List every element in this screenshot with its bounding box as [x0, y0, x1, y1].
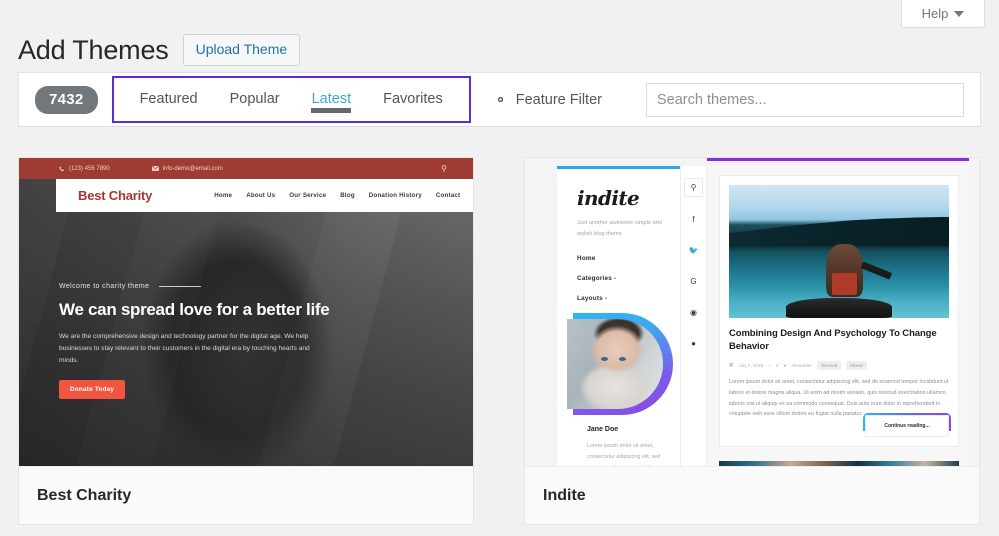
indite-logo: indite	[577, 186, 680, 210]
indite-post-photo	[729, 185, 949, 318]
tab-latest[interactable]: Latest	[296, 92, 368, 107]
filter-tabs-group: Featured Popular Latest Favorites	[112, 76, 471, 123]
charity-eyebrow-text: Welcome to charity theme	[59, 283, 149, 290]
indite-menu-item-home: Home	[577, 255, 680, 262]
charity-hero-heading: We can spread love for a better life	[59, 299, 359, 321]
charity-hero-paragraph: We are the comprehensive design and tech…	[59, 331, 314, 368]
charity-email: info-demo@email.com	[152, 166, 223, 172]
indite-continue-reading-wrap: Continue reading...	[865, 415, 949, 437]
indite-post-comments: 4	[776, 363, 779, 368]
indite-menu-item-categories: Categories -	[577, 275, 680, 282]
github-icon: ●	[685, 334, 703, 352]
feature-filter-label: Feature Filter	[516, 92, 602, 108]
charity-logo: Best Charity	[78, 188, 152, 203]
indite-tagline: Just another awesome simple and stylish …	[577, 218, 665, 239]
avatar-eye-left	[601, 357, 608, 361]
photo-backpack	[832, 273, 856, 296]
facebook-icon: f	[685, 210, 703, 228]
tab-favorites[interactable]: Favorites	[367, 92, 459, 107]
tab-latest-label: Latest	[312, 91, 352, 107]
theme-filter-bar: 7432 Featured Popular Latest Favorites F…	[18, 72, 981, 127]
theme-name-best-charity: Best Charity	[37, 487, 131, 505]
indite-continue-reading-button: Continue reading...	[865, 415, 949, 437]
twitter-icon: 🐦	[685, 241, 703, 259]
gear-icon	[493, 92, 508, 107]
google-icon: G	[685, 272, 703, 290]
upload-theme-button[interactable]: Upload Theme	[183, 34, 301, 66]
search-themes-input[interactable]: Search themes...	[646, 83, 964, 117]
help-button[interactable]: Help	[901, 0, 985, 28]
feature-filter-button[interactable]: Feature Filter	[493, 92, 602, 108]
indite-author-bio: Lorem ipsum dolor sit amet, consectetur …	[587, 441, 661, 466]
charity-search-icon: ⚲	[441, 164, 447, 173]
charity-menu-item: Contact	[436, 192, 460, 199]
indite-post-card: Combining Design And Psychology To Chang…	[719, 175, 959, 447]
indite-post-tag: General	[817, 361, 841, 370]
indite-avatar-wrap	[567, 316, 671, 412]
charity-phone-text: (123) 456 7890	[69, 166, 110, 172]
theme-screenshot-best-charity[interactable]: (123) 456 7890 info-demo@email.com ⚲ Bes…	[19, 158, 473, 466]
theme-card-indite[interactable]: indite Just another awesome simple and s…	[524, 157, 980, 525]
charity-menu-item: Home	[214, 192, 232, 199]
calendar-icon: ▦	[729, 362, 733, 368]
theme-grid: (123) 456 7890 info-demo@email.com ⚲ Bes…	[18, 157, 981, 525]
theme-name-indite: Indite	[543, 487, 586, 505]
charity-menu-item: About Us	[246, 192, 275, 199]
indite-post-date: July 7, 2019	[738, 363, 763, 368]
charity-menu-item: Our Service	[289, 192, 326, 199]
charity-menu-item: Donation History	[369, 192, 422, 199]
page-title: Add Themes	[18, 34, 169, 66]
indite-post-author: Alexander	[791, 363, 812, 368]
indite-sidebar: indite Just another awesome simple and s…	[557, 166, 681, 466]
tab-popular[interactable]: Popular	[214, 92, 296, 107]
tab-featured[interactable]: Featured	[124, 92, 214, 107]
charity-hero-eyebrow: Welcome to charity theme	[59, 283, 359, 290]
search-placeholder: Search themes...	[657, 92, 767, 108]
charity-menu: Home About Us Our Service Blog Donation …	[214, 192, 460, 199]
indite-post-meta: ▦ July 7, 2019 ○ 4 ● Alexander General M…	[729, 361, 949, 370]
photo-forest	[729, 217, 949, 246]
avatar	[567, 319, 663, 409]
theme-count-badge: 7432	[35, 86, 98, 114]
avatar-eye-right	[619, 357, 626, 361]
charity-topbar: (123) 456 7890 info-demo@email.com ⚲	[19, 158, 473, 179]
phone-icon	[59, 166, 65, 172]
indite-top-accent	[707, 158, 969, 161]
charity-menu-item: Blog	[340, 192, 355, 199]
photo-canoe	[786, 298, 892, 318]
charity-eyebrow-rule	[159, 286, 201, 287]
indite-sidebar-accent	[557, 166, 680, 169]
user-icon: ●	[783, 363, 786, 368]
theme-card-best-charity[interactable]: (123) 456 7890 info-demo@email.com ⚲ Bes…	[18, 157, 474, 525]
indite-author-card: Jane Doe Lorem ipsum dolor sit amet, con…	[567, 316, 674, 466]
indite-menu-item-layouts: Layouts -	[577, 295, 680, 302]
theme-screenshot-indite[interactable]: indite Just another awesome simple and s…	[525, 158, 979, 466]
indite-post-title: Combining Design And Psychology To Chang…	[729, 327, 949, 354]
charity-navbar: Best Charity Home About Us Our Service B…	[56, 179, 473, 212]
charity-donate-button: Donate Today	[59, 380, 125, 399]
indite-bottom-strip	[719, 461, 959, 466]
help-label: Help	[922, 6, 949, 21]
photo-paddle	[861, 262, 892, 280]
theme-card-footer: Best Charity	[19, 466, 473, 524]
indite-post-tag: Mixed	[846, 361, 866, 370]
indite-social-rail: ⚲ f 🐦 G ◉ ●	[681, 166, 707, 466]
charity-email-text: info-demo@email.com	[163, 166, 223, 172]
charity-hero: Welcome to charity theme We can spread l…	[59, 283, 359, 399]
indite-main-column: Combining Design And Psychology To Chang…	[707, 166, 969, 466]
theme-card-footer: Indite	[525, 466, 979, 524]
dribbble-icon: ◉	[685, 303, 703, 321]
mail-icon	[152, 166, 159, 171]
search-icon: ⚲	[684, 178, 703, 197]
comment-icon: ○	[768, 363, 771, 368]
active-tab-indicator	[311, 108, 351, 113]
indite-author-name: Jane Doe	[587, 426, 674, 433]
chevron-down-icon	[954, 11, 964, 17]
charity-phone: (123) 456 7890	[59, 166, 110, 172]
